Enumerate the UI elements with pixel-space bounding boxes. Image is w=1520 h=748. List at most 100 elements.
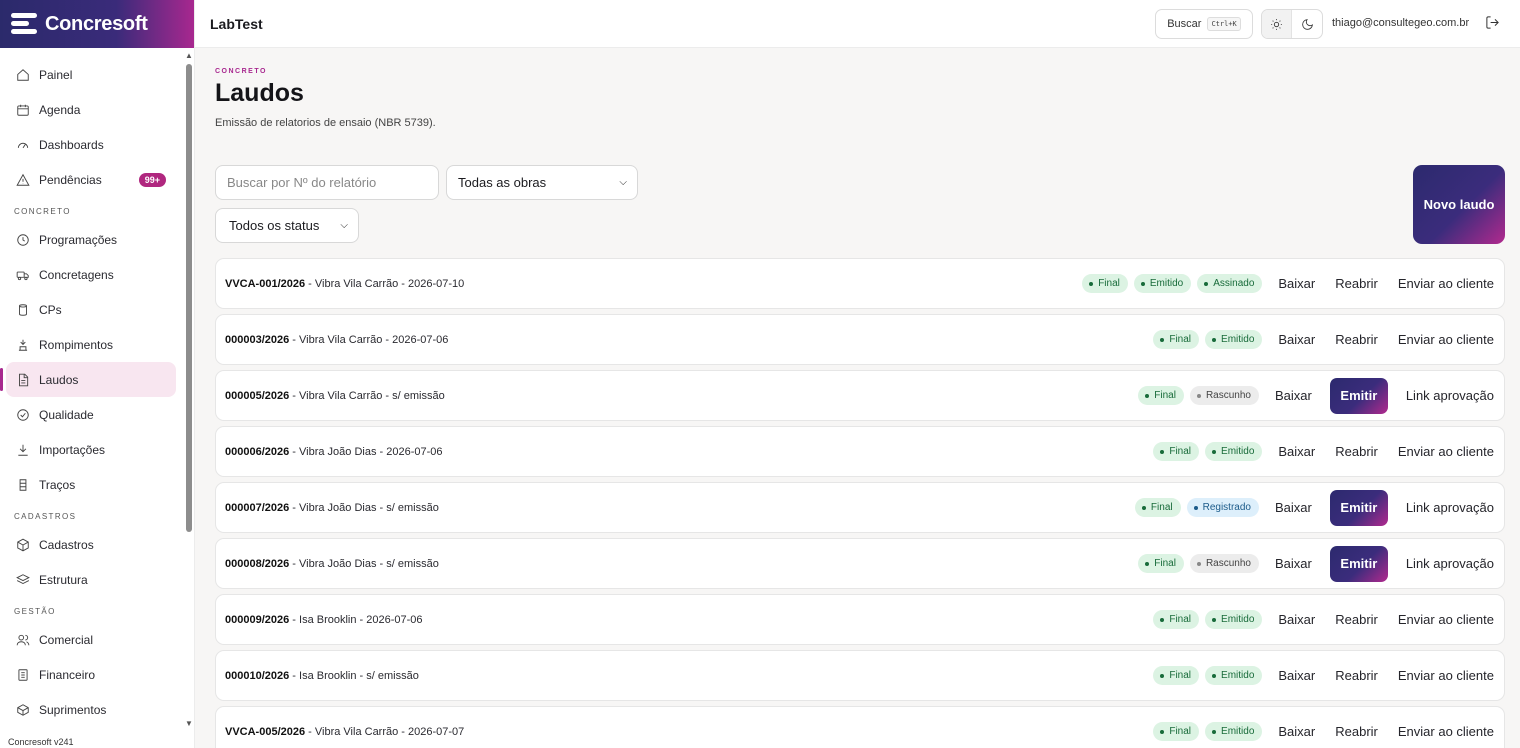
reabrir-button[interactable]: Reabrir xyxy=(1325,612,1388,627)
sidebar-item-importacoes[interactable]: Importações xyxy=(6,432,176,467)
report-title: 000006/2026 - Vibra João Dias - 2026-07-… xyxy=(225,446,443,458)
sidebar-item-programacoes[interactable]: Programações xyxy=(6,222,176,257)
status-badge: Final xyxy=(1138,386,1184,405)
link-aprovacao-button[interactable]: Link aprovação xyxy=(1396,556,1504,571)
reabrir-button[interactable]: Reabrir xyxy=(1325,668,1388,683)
baixar-button[interactable]: Baixar xyxy=(1265,500,1322,515)
baixar-button[interactable]: Baixar xyxy=(1268,612,1325,627)
link-aprovacao-button[interactable]: Link aprovação xyxy=(1396,500,1504,515)
scroll-down-arrow-icon[interactable]: ▼ xyxy=(185,720,193,728)
reabrir-button[interactable]: Reabrir xyxy=(1325,332,1388,347)
sidebar-item-label: Agenda xyxy=(39,102,81,117)
sidebar-item-painel[interactable]: Painel xyxy=(6,57,176,92)
sidebar-item-label: Laudos xyxy=(39,372,79,387)
report-actions: Final Emitido Baixar Reabrir Enviar ao clien… xyxy=(1153,595,1504,644)
brand-name: Concresoft xyxy=(45,12,148,35)
sidebar-item-comercial[interactable]: Comercial xyxy=(6,622,176,657)
sidebar-item-dashboards[interactable]: Dashboards xyxy=(6,127,176,162)
report-number: 000005/2026 xyxy=(225,389,290,402)
baixar-button[interactable]: Baixar xyxy=(1265,556,1322,571)
baixar-button[interactable]: Baixar xyxy=(1268,724,1325,739)
baixar-button[interactable]: Baixar xyxy=(1268,276,1325,291)
status-badge: Assinado xyxy=(1197,274,1263,293)
baixar-button[interactable]: Baixar xyxy=(1268,444,1325,459)
user-email[interactable]: thiago@consultegeo.com.br xyxy=(1332,17,1469,29)
report-title: 000009/2026 - Isa Brooklin - 2026-07-06 xyxy=(225,614,423,626)
enviar-ao-cliente-button[interactable]: Enviar ao cliente xyxy=(1388,444,1504,459)
sidebar-item-cps[interactable]: CPs xyxy=(6,292,176,327)
sidebar-item-label: Comercial xyxy=(39,632,94,647)
app-title: LabTest xyxy=(210,15,263,32)
sidebar-item-qualidade[interactable]: Qualidade xyxy=(6,397,176,432)
enviar-ao-cliente-button[interactable]: Enviar ao cliente xyxy=(1388,332,1504,347)
new-report-button[interactable]: Novo laudo xyxy=(1413,165,1505,244)
report-title: 000007/2026 - Vibra João Dias - s/ emiss… xyxy=(225,502,439,514)
sidebar-item-suprimentos[interactable]: Suprimentos xyxy=(6,692,176,727)
sidebar-section-heading: GESTÃO xyxy=(14,606,56,616)
light-theme-button[interactable] xyxy=(1262,10,1292,38)
sidebar-item-agenda[interactable]: Agenda xyxy=(6,92,176,127)
reabrir-button[interactable]: Reabrir xyxy=(1325,724,1388,739)
report-number: 000008/2026 xyxy=(225,557,290,570)
sidebar-item-estrutura[interactable]: Estrutura xyxy=(6,562,176,597)
emitir-button[interactable]: Emitir xyxy=(1329,489,1388,526)
sidebar-item-concretagens[interactable]: Concretagens xyxy=(6,257,176,292)
reabrir-button[interactable]: Reabrir xyxy=(1325,444,1388,459)
sidebar-item-label: Estrutura xyxy=(39,572,88,587)
report-row[interactable]: 000010/2026 - Isa Brooklin - s/ emissão F… xyxy=(215,650,1505,701)
reabrir-button[interactable]: Reabrir xyxy=(1325,276,1388,291)
enviar-ao-cliente-button[interactable]: Enviar ao cliente xyxy=(1388,612,1504,627)
sidebar-item-financeiro[interactable]: Financeiro xyxy=(6,657,176,692)
status-select-value: Todos os status xyxy=(229,218,320,233)
report-row[interactable]: 000008/2026 - Vibra João Dias - s/ emiss… xyxy=(215,538,1505,589)
report-row[interactable]: 000006/2026 - Vibra João Dias - 2026-07-… xyxy=(215,426,1505,477)
scroll-up-arrow-icon[interactable]: ▲ xyxy=(185,52,193,60)
status-badge: Final xyxy=(1134,498,1181,517)
warning-icon xyxy=(16,173,30,187)
sidebar-item-label: Dashboards xyxy=(39,137,104,152)
baixar-button[interactable]: Baixar xyxy=(1265,388,1322,403)
status-badge: Final xyxy=(1153,610,1200,629)
report-row[interactable]: VVCA-005/2026 - Vibra Vila Carrão - 2026… xyxy=(215,706,1505,748)
status-select[interactable]: Todos os status ⌵ xyxy=(215,208,359,243)
report-actions: Final Rascunho Baixar Emitir Link aprovação xyxy=(1138,539,1504,588)
report-row[interactable]: 000003/2026 - Vibra Vila Carrão - 2026-0… xyxy=(215,314,1505,365)
report-row[interactable]: VVCA-001/2026 - Vibra Vila Carrão - 2026… xyxy=(215,258,1505,309)
report-row[interactable]: 000007/2026 - Vibra João Dias - s/ emiss… xyxy=(215,482,1505,533)
sidebar-item-cadastros[interactable]: Cadastros xyxy=(6,527,176,562)
dark-theme-button[interactable] xyxy=(1292,10,1322,38)
enviar-ao-cliente-button[interactable]: Enviar ao cliente xyxy=(1388,668,1504,683)
sidebar-item-laudos[interactable]: Laudos xyxy=(0,362,176,397)
logout-button[interactable] xyxy=(1485,15,1501,31)
sidebar-item-tracos[interactable]: Traços xyxy=(6,467,176,502)
report-details: - Vibra Vila Carrão - s/ emissão xyxy=(289,389,445,402)
sidebar-scrollbar[interactable]: ▲ ▼ xyxy=(185,52,193,728)
sidebar-section-heading: CADASTROS xyxy=(14,511,77,521)
press-icon xyxy=(16,338,30,352)
truck-icon xyxy=(16,268,30,282)
home-icon xyxy=(16,68,30,82)
enviar-ao-cliente-button[interactable]: Enviar ao cliente xyxy=(1388,276,1504,291)
report-details: - Vibra Vila Carrão - 2026-07-07 xyxy=(305,725,465,738)
report-row[interactable]: 000005/2026 - Vibra Vila Carrão - s/ emi… xyxy=(215,370,1505,421)
main-content: CONCRETO Laudos Emissão de relatorios de… xyxy=(195,48,1520,748)
concresoft-logo-icon xyxy=(11,13,37,35)
sidebar-item-pendencias[interactable]: Pendências 99+ xyxy=(6,162,176,197)
link-aprovacao-button[interactable]: Link aprovação xyxy=(1396,388,1504,403)
sidebar-item-rompimentos[interactable]: Rompimentos xyxy=(6,327,176,362)
report-title: VVCA-001/2026 - Vibra Vila Carrão - 2026… xyxy=(225,278,464,290)
emitir-button[interactable]: Emitir xyxy=(1329,377,1388,414)
sidebar-item-label: Rompimentos xyxy=(39,337,114,352)
report-search-input[interactable]: Buscar por Nº do relatório xyxy=(215,165,439,200)
global-search-button[interactable]: Buscar Ctrl+K xyxy=(1155,9,1253,39)
brand-header[interactable]: Concresoft xyxy=(0,0,194,48)
report-row[interactable]: 000009/2026 - Isa Brooklin - 2026-07-06 F… xyxy=(215,594,1505,645)
enviar-ao-cliente-button[interactable]: Enviar ao cliente xyxy=(1388,724,1504,739)
baixar-button[interactable]: Baixar xyxy=(1268,668,1325,683)
baixar-button[interactable]: Baixar xyxy=(1268,332,1325,347)
scroll-thumb[interactable] xyxy=(186,64,192,532)
obras-select[interactable]: Todas as obras ⌵ xyxy=(446,165,638,200)
sidebar: Concresoft Painel Agenda Dashboards Pendênc… xyxy=(0,0,195,748)
emitir-button[interactable]: Emitir xyxy=(1329,545,1388,582)
check-circle-icon xyxy=(16,408,30,422)
